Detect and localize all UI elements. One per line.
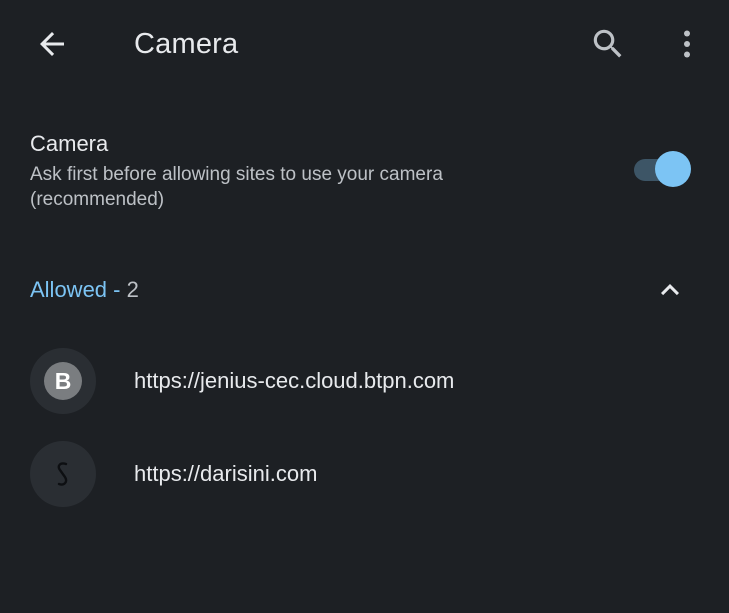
more-vert-icon <box>684 30 690 58</box>
search-button[interactable] <box>586 22 630 66</box>
page-title: Camera <box>134 28 239 60</box>
allowed-label: Allowed <box>30 277 108 302</box>
allowed-section-label: Allowed - 2 <box>30 276 139 304</box>
camera-permission-setting[interactable]: Camera Ask first before allowing sites t… <box>0 118 729 228</box>
site-url: https://darisini.com <box>134 461 318 486</box>
setting-title: Camera <box>30 131 109 156</box>
top-app-bar: Camera <box>0 0 729 88</box>
site-row-darisini[interactable]: https://darisini.com <box>0 429 729 519</box>
allowed-separator: - <box>107 277 127 302</box>
site-row-jenius[interactable]: B https://jenius-cec.cloud.btpn.com <box>0 336 729 426</box>
back-button[interactable] <box>30 22 74 66</box>
site-favicon: B <box>30 348 96 414</box>
allowed-section-header[interactable]: Allowed - 2 <box>0 262 729 318</box>
collapse-button[interactable] <box>650 270 690 310</box>
arrow-back-icon <box>40 32 64 56</box>
allowed-count: 2 <box>126 277 139 302</box>
toggle-thumb <box>655 151 691 187</box>
site-url: https://jenius-cec.cloud.btpn.com <box>134 368 455 393</box>
setting-description: Ask first before allowing sites to use y… <box>30 164 443 210</box>
camera-toggle-switch[interactable] <box>632 150 694 188</box>
search-icon <box>593 29 622 58</box>
site-favicon <box>30 441 96 507</box>
camera-settings-page: Camera Camera Ask first before allowing … <box>0 0 729 613</box>
favicon-letter: B <box>44 362 82 400</box>
more-options-button[interactable] <box>665 22 709 66</box>
chevron-up-icon <box>661 284 679 296</box>
darisini-logo-icon <box>57 462 68 486</box>
